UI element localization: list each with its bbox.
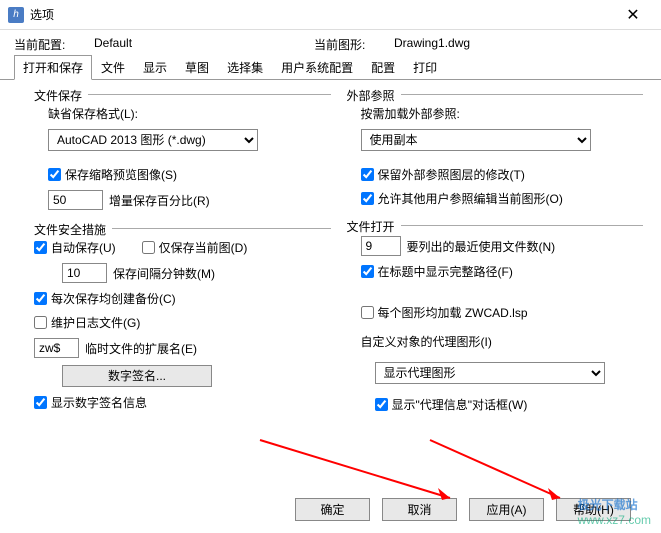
tab-display[interactable]: 显示: [134, 55, 176, 80]
autosave-checkbox[interactable]: [34, 241, 47, 254]
log-checkbox[interactable]: [34, 316, 47, 329]
proxyinfo-label: 显示"代理信息"对话框(W): [392, 396, 528, 413]
allowedit-label: 允许其他用户参照编辑当前图形(O): [378, 190, 563, 207]
ok-button[interactable]: 确定: [295, 498, 370, 521]
close-icon[interactable]: ✕: [613, 5, 653, 25]
recent-label: 要列出的最近使用文件数(N): [407, 238, 556, 255]
tab-open-save[interactable]: 打开和保存: [14, 55, 92, 80]
thumbnail-label: 保存缩略预览图像(S): [65, 166, 177, 183]
onlycurrent-label: 仅保存当前图(D): [159, 239, 248, 256]
onlycurrent-checkbox[interactable]: [142, 241, 155, 254]
allowedit-checkbox[interactable]: [361, 192, 374, 205]
tmpext-input[interactable]: [34, 338, 79, 358]
tab-profile[interactable]: 配置: [362, 55, 404, 80]
incremental-label: 增量保存百分比(R): [109, 192, 210, 209]
default-format-select[interactable]: AutoCAD 2013 图形 (*.dwg): [48, 129, 258, 151]
xref-select[interactable]: 使用副本: [361, 129, 591, 151]
current-drawing-label: 当前图形:: [314, 36, 394, 53]
fullpath-checkbox[interactable]: [361, 265, 374, 278]
showsig-label: 显示数字签名信息: [51, 394, 147, 411]
xref-title: 外部参照: [347, 87, 401, 104]
app-icon: h: [8, 7, 24, 23]
tab-bar: 打开和保存 文件 显示 草图 选择集 用户系统配置 配置 打印: [0, 55, 661, 80]
default-format-label: 缺省保存格式(L):: [48, 105, 331, 122]
recent-input[interactable]: [361, 236, 401, 256]
filesave-title: 文件保存: [34, 87, 88, 104]
current-profile-label: 当前配置:: [14, 36, 94, 53]
signature-button[interactable]: 数字签名...: [62, 365, 212, 387]
fullpath-label: 在标题中显示完整路径(F): [378, 263, 513, 280]
tab-selection[interactable]: 选择集: [218, 55, 272, 80]
current-profile-value: Default: [94, 36, 314, 53]
keeplayer-checkbox[interactable]: [361, 168, 374, 181]
watermark: 极光下载站www.xz7.com: [578, 496, 651, 527]
log-label: 维护日志文件(G): [51, 314, 140, 331]
showsig-checkbox[interactable]: [34, 396, 47, 409]
backup-checkbox[interactable]: [34, 292, 47, 305]
loadlsp-checkbox[interactable]: [361, 306, 374, 319]
tmpext-label: 临时文件的扩展名(E): [85, 340, 197, 357]
backup-label: 每次保存均创建备份(C): [51, 290, 176, 307]
tab-print[interactable]: 打印: [404, 55, 446, 80]
proxy-label: 自定义对象的代理图形(I): [361, 333, 644, 350]
apply-button[interactable]: 应用(A): [469, 498, 544, 521]
autosave-label: 自动保存(U): [51, 239, 116, 256]
proxyinfo-checkbox[interactable]: [375, 398, 388, 411]
safety-title: 文件安全措施: [34, 221, 112, 238]
tab-file[interactable]: 文件: [92, 55, 134, 80]
tab-draft[interactable]: 草图: [176, 55, 218, 80]
current-drawing-value: Drawing1.dwg: [394, 36, 614, 53]
interval-label: 保存间隔分钟数(M): [113, 265, 215, 282]
window-title: 选项: [30, 6, 54, 23]
thumbnail-checkbox[interactable]: [48, 168, 61, 181]
fileopen-title: 文件打开: [347, 218, 401, 235]
xref-load-label: 按需加载外部参照:: [361, 105, 644, 122]
cancel-button[interactable]: 取消: [382, 498, 457, 521]
proxy-select[interactable]: 显示代理图形: [375, 362, 605, 384]
keeplayer-label: 保留外部参照图层的修改(T): [378, 166, 525, 183]
tab-user[interactable]: 用户系统配置: [272, 55, 362, 80]
loadlsp-label: 每个图形均加载 ZWCAD.lsp: [378, 304, 528, 321]
incremental-input[interactable]: [48, 190, 103, 210]
interval-input[interactable]: [62, 263, 107, 283]
